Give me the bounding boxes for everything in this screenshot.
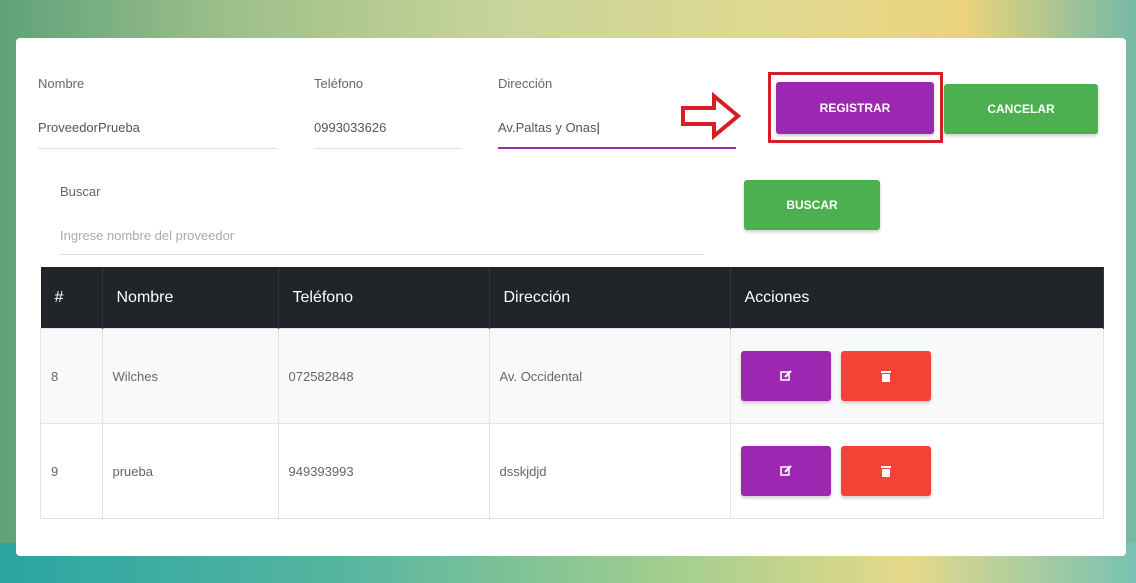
nombre-input[interactable]: ProveedorPrueba bbox=[38, 120, 140, 135]
cancelar-button[interactable]: CANCELAR bbox=[944, 84, 1098, 134]
direccion-underline bbox=[498, 147, 736, 149]
nombre-label: Nombre bbox=[38, 76, 85, 91]
telefono-field: Teléfono 0993033626 bbox=[314, 76, 462, 151]
registrar-button[interactable]: REGISTRAR bbox=[776, 82, 934, 134]
header-direccion: Dirección bbox=[489, 267, 731, 329]
row-nombre: prueba bbox=[101, 423, 279, 519]
row-id: 9 bbox=[40, 423, 103, 519]
row-telefono: 072582848 bbox=[277, 328, 490, 424]
delete-button[interactable] bbox=[840, 446, 931, 496]
table-header-row: # Nombre Teléfono Dirección Acciones bbox=[40, 267, 1104, 329]
row-direccion: dsskjdjd bbox=[488, 423, 731, 519]
table-row: 8 Wilches 072582848 Av. Occidental bbox=[40, 328, 1104, 424]
buscar-input[interactable]: Ingrese nombre del proveedor bbox=[60, 228, 234, 243]
row-id: 8 bbox=[40, 328, 103, 424]
nombre-field: Nombre ProveedorPrueba bbox=[38, 76, 276, 151]
row-telefono: 949393993 bbox=[277, 423, 490, 519]
buscar-underline bbox=[60, 254, 704, 255]
header-telefono: Teléfono bbox=[278, 267, 490, 329]
providers-table: # Nombre Teléfono Dirección Acciones 8 W… bbox=[40, 267, 1104, 519]
header-nombre: Nombre bbox=[102, 267, 279, 329]
direccion-label: Dirección bbox=[498, 76, 553, 91]
row-acciones bbox=[729, 328, 1104, 424]
row-acciones bbox=[729, 423, 1104, 519]
telefono-underline bbox=[314, 148, 462, 149]
nombre-underline bbox=[38, 148, 276, 149]
buscar-button[interactable]: BUSCAR bbox=[744, 180, 880, 230]
arrow-right-icon bbox=[681, 91, 742, 141]
provider-card: Nombre ProveedorPrueba Teléfono 09930336… bbox=[16, 38, 1126, 556]
edit-button[interactable] bbox=[740, 351, 831, 401]
delete-button[interactable] bbox=[840, 351, 931, 401]
trash-icon bbox=[880, 466, 891, 477]
buscar-label: Buscar bbox=[60, 184, 101, 199]
trash-icon bbox=[880, 371, 891, 382]
edit-icon bbox=[779, 465, 792, 476]
edit-icon bbox=[779, 370, 792, 381]
table-row: 9 prueba 949393993 dsskjdjd bbox=[40, 423, 1104, 519]
header-acciones: Acciones bbox=[730, 267, 1104, 329]
telefono-label: Teléfono bbox=[314, 76, 364, 91]
buscar-field: Buscar Ingrese nombre del proveedor bbox=[60, 184, 704, 259]
row-nombre: Wilches bbox=[101, 328, 279, 424]
row-direccion: Av. Occidental bbox=[488, 328, 731, 424]
header-number: # bbox=[40, 267, 103, 329]
telefono-input[interactable]: 0993033626 bbox=[314, 120, 386, 135]
direccion-input[interactable]: Av.Paltas y Onas| bbox=[498, 120, 600, 135]
edit-button[interactable] bbox=[740, 446, 831, 496]
